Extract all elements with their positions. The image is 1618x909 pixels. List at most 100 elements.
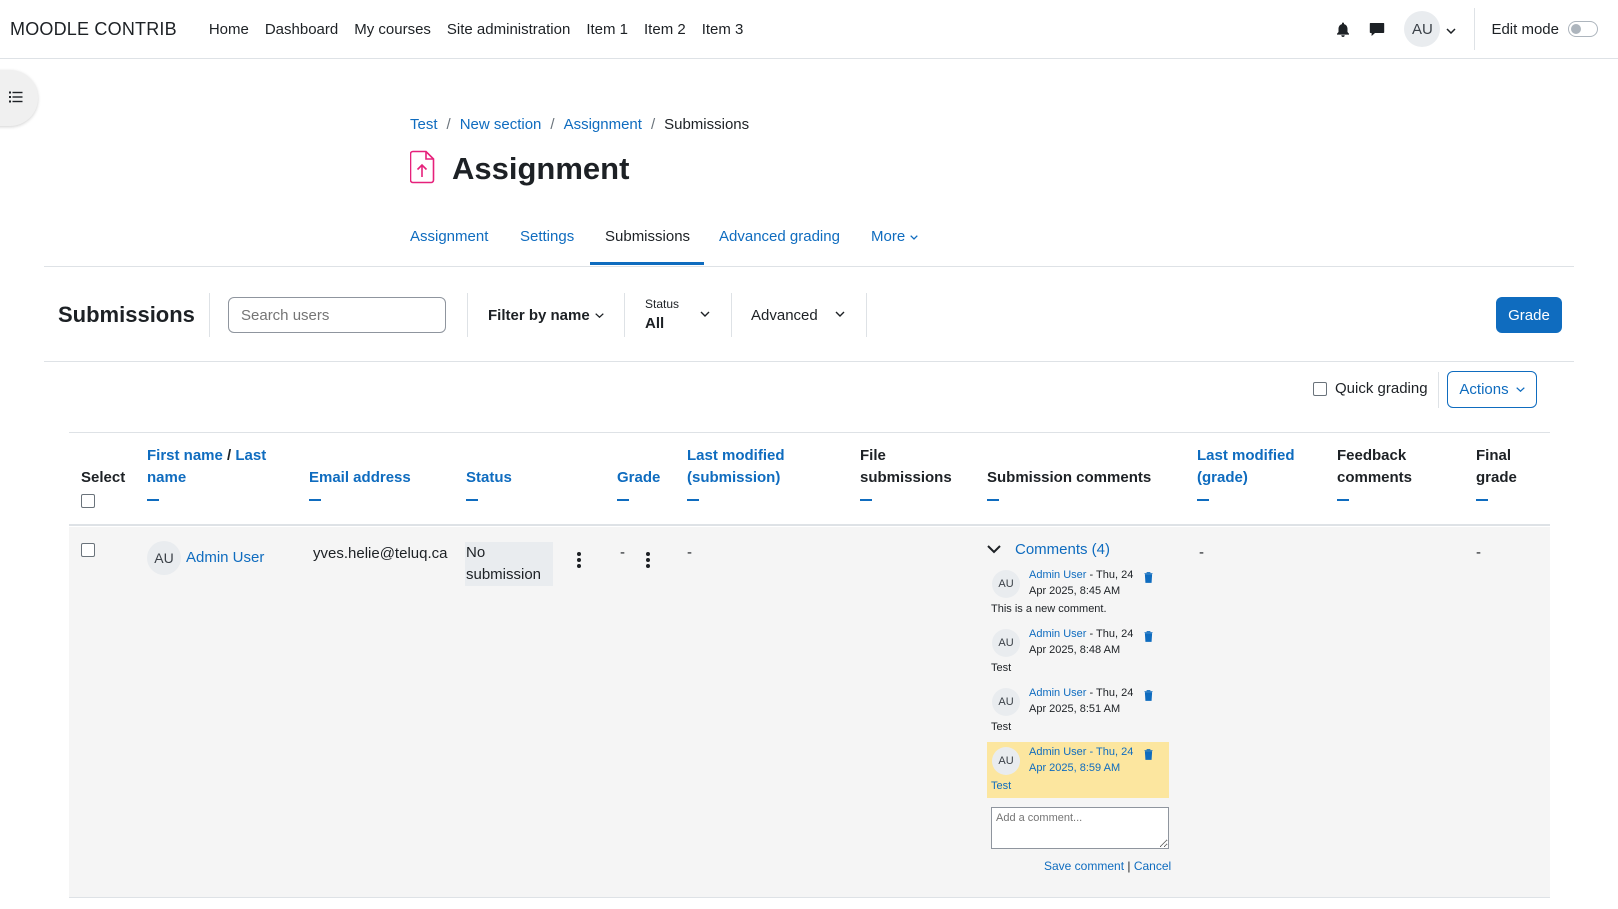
collapse-column-icon[interactable]: [1476, 499, 1488, 501]
actions-button[interactable]: Actions: [1447, 371, 1537, 408]
site-brand[interactable]: MOODLE CONTRIB: [10, 19, 177, 40]
last-modified-grade-value: -: [1199, 544, 1204, 561]
breadcrumb-submissions: Submissions: [664, 116, 750, 133]
trash-icon[interactable]: [1144, 747, 1153, 764]
header-status[interactable]: Status: [466, 467, 512, 489]
list-icon: [9, 90, 23, 107]
header-last-modified-submission[interactable]: Last modified (submission): [687, 445, 817, 489]
comment-item: AU Admin User - Thu, 24 Apr 2025, 8:45 A…: [987, 565, 1169, 621]
collapse-column-icon[interactable]: [687, 499, 699, 501]
submissions-toolbar: Submissions Filter by name Status All Ad…: [44, 268, 1574, 362]
nav-item-3[interactable]: Item 3: [694, 21, 752, 38]
collapse-column-icon[interactable]: [147, 499, 159, 501]
page-title: Assignment: [452, 151, 630, 186]
comment-actions: Save comment | Cancel: [1044, 859, 1171, 873]
header-name: First name / Last name: [147, 445, 297, 489]
collapse-column-icon[interactable]: [987, 499, 999, 501]
search-users-input[interactable]: [228, 297, 446, 333]
secondary-navigation: Assignment Settings Submissions Advanced…: [44, 218, 1574, 267]
avatar: AU: [992, 747, 1020, 775]
tab-assignment[interactable]: Assignment: [410, 218, 488, 267]
comment-meta: Admin User - Thu, 24 Apr 2025, 8:51 AM: [1029, 685, 1139, 717]
header-file-submissions: File submissions: [860, 447, 952, 486]
course-index-toggle[interactable]: [0, 70, 38, 126]
final-grade-value: -: [1476, 544, 1481, 561]
header-last-modified-grade[interactable]: Last modified (grade): [1197, 445, 1307, 489]
status-menu-icon[interactable]: [576, 551, 582, 569]
bell-icon[interactable]: [1326, 22, 1360, 37]
comment-author[interactable]: Admin User: [1029, 746, 1086, 758]
sort-first-name[interactable]: First name: [147, 447, 223, 464]
edit-mode-toggle[interactable]: [1568, 21, 1598, 37]
nav-my-courses[interactable]: My courses: [346, 21, 439, 38]
avatar: AU: [147, 541, 181, 575]
user-menu-chevron-down-icon[interactable]: [1446, 21, 1456, 38]
navbar-right: AU Edit mode: [1326, 0, 1618, 58]
comment-author[interactable]: Admin User: [1029, 687, 1086, 699]
grade-button[interactable]: Grade: [1496, 297, 1562, 333]
comment-text: Test: [991, 780, 1012, 792]
save-comment-link[interactable]: Save comment: [1044, 859, 1124, 873]
messages-icon[interactable]: [1360, 22, 1394, 37]
tab-more[interactable]: More: [871, 218, 918, 267]
last-modified-submission-value: -: [687, 544, 692, 561]
filter-by-name-label: Filter by name: [488, 307, 590, 324]
tab-submissions[interactable]: Submissions: [605, 218, 690, 267]
comment-author[interactable]: Admin User: [1029, 569, 1086, 581]
quick-grading-checkbox[interactable]: [1313, 381, 1327, 396]
comment-author[interactable]: Admin User: [1029, 628, 1086, 640]
user-name-link[interactable]: Admin User: [186, 547, 264, 569]
nav-item-2[interactable]: Item 2: [636, 21, 694, 38]
collapse-column-icon[interactable]: [1197, 499, 1209, 501]
comment-actions-separator: |: [1124, 859, 1134, 873]
collapse-column-icon[interactable]: [617, 499, 629, 501]
trash-icon[interactable]: [1144, 688, 1153, 705]
add-comment-textarea[interactable]: [991, 807, 1169, 849]
quick-grading-toggle[interactable]: Quick grading: [1313, 380, 1428, 397]
status-filter-value[interactable]: All: [645, 315, 664, 332]
chevron-down-icon: [987, 545, 1001, 554]
comment-meta: Admin User - Thu, 24 Apr 2025, 8:59 AM: [1029, 744, 1139, 776]
collapse-column-icon[interactable]: [860, 499, 872, 501]
breadcrumb-test[interactable]: Test: [410, 116, 438, 133]
comment-text: This is a new comment.: [991, 603, 1107, 615]
header-email[interactable]: Email address: [309, 467, 411, 489]
actions-label: Actions: [1459, 381, 1509, 398]
status-chevron-down-icon[interactable]: [700, 304, 710, 321]
advanced-chevron-down-icon[interactable]: [835, 304, 845, 321]
quick-grading-label: Quick grading: [1335, 380, 1428, 397]
user-email: yves.helie@teluq.ca: [313, 545, 448, 562]
chevron-down-icon: [910, 235, 918, 240]
tab-advanced-grading[interactable]: Advanced grading: [719, 218, 840, 267]
edit-mode-label: Edit mode: [1491, 20, 1559, 38]
cancel-comment-link[interactable]: Cancel: [1134, 859, 1171, 873]
top-navbar: MOODLE CONTRIB Home Dashboard My courses…: [0, 0, 1618, 59]
collapse-column-icon[interactable]: [1337, 499, 1349, 501]
advanced-filter-dropdown[interactable]: Advanced: [751, 307, 818, 324]
avatar: AU: [992, 570, 1020, 598]
edit-mode-switch[interactable]: Edit mode: [1491, 21, 1598, 38]
breadcrumb-new-section[interactable]: New section: [460, 116, 542, 133]
nav-site-administration[interactable]: Site administration: [439, 21, 578, 38]
nav-item-1[interactable]: Item 1: [578, 21, 636, 38]
collapse-column-icon[interactable]: [309, 499, 321, 501]
nav-home[interactable]: Home: [201, 21, 257, 38]
breadcrumb: Test / New section / Assignment / Submis…: [410, 116, 749, 133]
breadcrumb-separator: /: [550, 116, 555, 133]
comment-text: Test: [991, 662, 1012, 674]
breadcrumb-assignment[interactable]: Assignment: [564, 116, 642, 133]
collapse-column-icon[interactable]: [466, 499, 478, 501]
grade-menu-icon[interactable]: [645, 551, 651, 569]
trash-icon[interactable]: [1144, 629, 1153, 646]
tab-settings[interactable]: Settings: [520, 218, 574, 267]
row-select-checkbox[interactable]: [81, 543, 95, 557]
comments-toggle[interactable]: Comments (4): [987, 541, 1110, 558]
filter-by-name-dropdown[interactable]: Filter by name: [488, 307, 604, 324]
header-grade[interactable]: Grade: [617, 467, 660, 489]
select-all-checkbox[interactable]: [81, 494, 95, 508]
user-avatar[interactable]: AU: [1404, 11, 1441, 47]
nav-dashboard[interactable]: Dashboard: [257, 21, 346, 38]
comments-count: Comments (4): [1015, 541, 1111, 558]
page-header: Assignment: [409, 150, 630, 188]
trash-icon[interactable]: [1144, 570, 1153, 587]
